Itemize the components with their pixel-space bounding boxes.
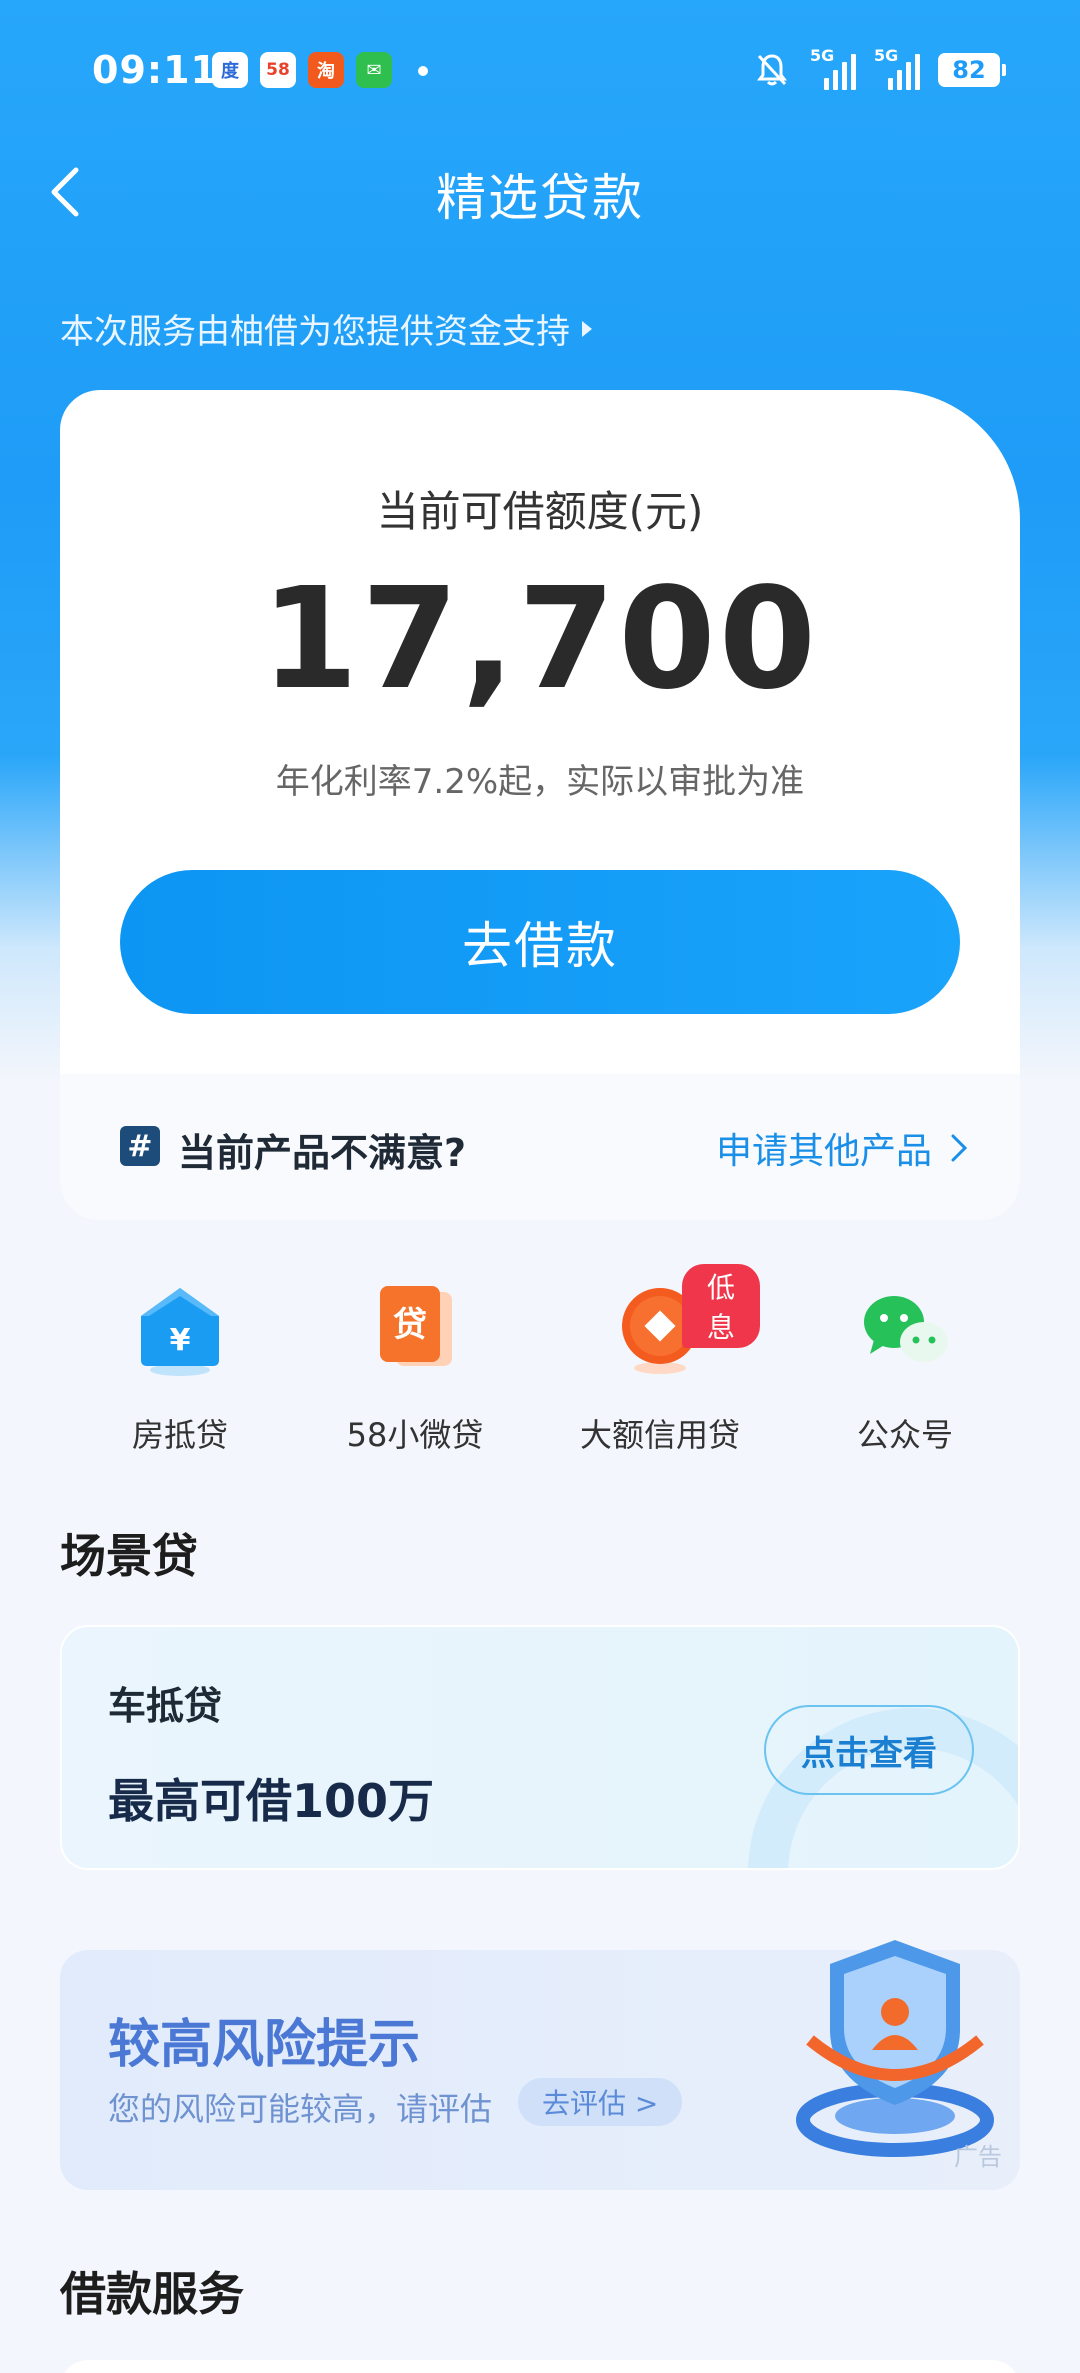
loan-icon: 贷 [380, 1286, 452, 1366]
signal-icon-1: 5G [810, 46, 856, 90]
risk-ad-card[interactable]: 较高风险提示 您的风险可能较高，请评估 去评估 > 广告 [60, 1940, 1020, 2190]
risk-subtitle: 您的风险可能较高，请评估 [108, 2090, 493, 2128]
car-loan-card[interactable]: 车抵贷 最高可借100万 点击查看 [60, 1625, 1020, 1870]
quick-entry-label: 公众号 [856, 1416, 953, 1454]
wechat-icon [864, 1296, 948, 1362]
loan-service-title: 借款服务 [60, 2267, 244, 2321]
quick-entries: ¥ 房抵贷 贷 58小微贷 低息 大额信用贷 公众号 [60, 1264, 1020, 1460]
quick-entry-label: 大额信用贷 [579, 1416, 740, 1454]
provider-link[interactable]: 本次服务由柚借为您提供资金支持 [60, 304, 592, 353]
rate-text: 年化利率7.2%起，实际以审批为准 [275, 762, 805, 802]
not-satisfied-text: 当前产品不满意? [178, 1131, 467, 1175]
quick-entry-label: 房抵贷 [131, 1416, 228, 1454]
low-interest-badge: 低息 [682, 1264, 760, 1348]
loan-limit-card: 当前可借额度(元) 17,700 年化利率7.2%起，实际以审批为准 去借款 #… [60, 390, 1020, 1220]
status-bar: 09:11 度 58 淘 ✉ 5G 5G 82 [0, 0, 1080, 140]
shield-illustration-icon [796, 1940, 994, 2157]
loan-service-card [60, 2360, 1020, 2373]
svg-text:¥: ¥ [170, 1323, 191, 1358]
triangle-right-icon [582, 320, 592, 337]
mute-bell-icon [757, 54, 787, 86]
assess-button[interactable]: 去评估 > [518, 2078, 683, 2126]
provider-text: 本次服务由柚借为您提供资金支持 [60, 312, 570, 352]
limit-amount: 17,700 [260, 558, 820, 721]
baidu-app-icon: 度 [212, 52, 248, 88]
not-satisfied-bar: # 当前产品不满意? 申请其他产品 [60, 1074, 1020, 1220]
scene-loan-title: 场景贷 [60, 1529, 198, 1583]
status-right: 5G 5G 82 [752, 46, 1006, 90]
signal-icon-2: 5G [874, 46, 920, 90]
ad-label: 广告 [954, 2143, 1002, 2171]
status-time: 09:11 [92, 48, 218, 92]
chevron-right-icon [951, 1134, 968, 1162]
svg-text:贷: 贷 [393, 1305, 427, 1345]
view-car-loan-button[interactable]: 点击查看 [764, 1705, 974, 1795]
car-loan-title: 车抵贷 [108, 1684, 223, 1728]
borrow-button[interactable]: 去借款 [120, 870, 960, 1014]
quick-entry-label: 58小微贷 [346, 1416, 484, 1454]
house-icon: ¥ [141, 1288, 219, 1376]
58-app-icon: 58 [260, 52, 296, 88]
other-products-link[interactable]: 申请其他产品 [716, 1122, 968, 1174]
hash-icon: # [120, 1126, 160, 1166]
other-products-label: 申请其他产品 [715, 1131, 932, 1172]
risk-title: 较高风险提示 [108, 2015, 421, 2075]
battery-icon: 82 [938, 53, 1006, 87]
taobao-app-icon: 淘 [308, 52, 344, 88]
page-title: 精选贷款 [436, 169, 644, 227]
notification-dot [418, 66, 428, 76]
messages-app-icon: ✉ [356, 52, 392, 88]
limit-label: 当前可借额度(元) [376, 487, 704, 536]
car-loan-subtitle: 最高可借100万 [108, 1774, 435, 1828]
